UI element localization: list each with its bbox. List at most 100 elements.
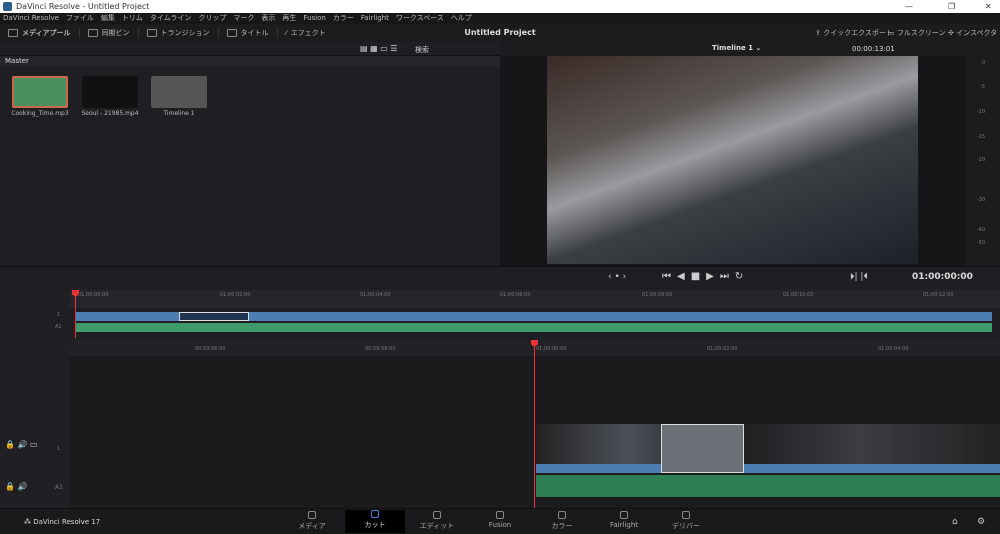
menu-color[interactable]: カラー	[333, 13, 354, 24]
window-title: DaVinci Resolve - Untitled Project	[16, 2, 150, 11]
media-icon	[308, 511, 316, 519]
home-icon[interactable]: ⌂	[952, 517, 958, 527]
track-label: A1	[55, 324, 62, 330]
track-label: 1	[57, 446, 61, 452]
fusion-icon	[496, 511, 504, 519]
quick-export-button[interactable]: ⇪ クイックエクスポート	[815, 28, 893, 38]
page-fusion[interactable]: Fusion	[470, 511, 530, 529]
sync-bin-button[interactable]: 同期ビン	[80, 28, 139, 38]
media-pool-button[interactable]: メディアプール	[0, 28, 80, 38]
meter-tick: -30	[976, 197, 985, 203]
meter-tick: -20	[976, 157, 985, 163]
app-logo-icon	[3, 2, 12, 11]
media-pool-label: メディアプール	[22, 29, 71, 37]
inspector-button[interactable]: ✣ インスペクタ	[948, 28, 997, 38]
track-label: 1	[57, 312, 61, 318]
mark-in-out-buttons[interactable]: ⏵| |⏴	[850, 272, 868, 282]
page-media[interactable]: メディア	[282, 511, 342, 531]
project-title: Untitled Project	[464, 28, 536, 37]
transitions-button[interactable]: トランジション	[139, 28, 219, 38]
titles-icon	[226, 29, 237, 37]
ruler-tick: 01:00:02:00	[220, 292, 251, 298]
video-clip[interactable]	[536, 424, 1000, 464]
track-controls-v1[interactable]: 🔒 🔊 ▭	[5, 440, 38, 449]
meter-tick: -10	[976, 109, 985, 115]
page-deliver[interactable]: デリバー	[656, 511, 716, 531]
close-button[interactable]: ✕	[985, 0, 992, 13]
fullscreen-button[interactable]: ▭ フルスクリーン	[888, 28, 946, 38]
track-label: A1	[55, 484, 63, 491]
ruler-tick: 01:00:04:00	[360, 292, 391, 298]
page-label: エディット	[419, 522, 455, 530]
timeline-selector[interactable]: Timeline 1 ⌄	[712, 44, 761, 52]
settings-gear-icon[interactable]: ⚙	[977, 517, 985, 527]
menu-fusion[interactable]: Fusion	[303, 13, 325, 24]
fullscreen-label: フルスクリーン	[896, 29, 946, 37]
upper-timeline-ruler[interactable]: 01:00:00:00 01:00:02:00 01:00:04:00 01:0…	[70, 290, 1000, 308]
menu-edit[interactable]: 編集	[101, 13, 115, 24]
ruler-tick: 00:59:58:00	[365, 346, 396, 352]
lower-timeline-header: 🔒 🔊 ▭ 1 🔒 🔊 A1	[0, 340, 70, 508]
menu-timeline[interactable]: タイムライン	[150, 13, 192, 24]
audio-track-overview[interactable]	[76, 323, 992, 332]
minimize-button[interactable]: —	[905, 0, 913, 13]
deliver-icon	[682, 511, 690, 519]
sync-bin-icon	[87, 29, 98, 37]
page-fairlight[interactable]: Fairlight	[594, 511, 654, 529]
effects-label: エフェクト	[290, 29, 326, 37]
menu-bar: DaVinci Resolve ファイル 編集 トリム タイムライン クリップ マーク 表示再…	[0, 13, 1000, 24]
bin-master[interactable]: Master	[0, 56, 500, 67]
ruler-tick: 00:59:56:00	[195, 346, 226, 352]
track-controls-a1[interactable]: 🔒 🔊	[5, 482, 27, 491]
menu-mark[interactable]: マーク	[233, 13, 254, 24]
search-button[interactable]: 検索	[415, 45, 429, 55]
effects-button[interactable]: ⁄ エフェクト	[278, 28, 334, 38]
ruler-tick: 01:00:06:00	[500, 292, 531, 298]
page-color[interactable]: カラー	[532, 511, 592, 531]
playhead-lower[interactable]	[531, 340, 538, 508]
audio-clip-waveform[interactable]	[536, 475, 1000, 497]
visible-range-selector[interactable]	[179, 312, 249, 321]
page-label: カラー	[551, 522, 573, 530]
menu-playback[interactable]: 再生	[282, 13, 296, 24]
menu-view[interactable]: 表示	[261, 13, 275, 24]
duration-display: 00:00:13:01	[852, 45, 895, 53]
clip-thumbnail-audio[interactable]	[12, 76, 68, 108]
bin-toolbar: ▤ ▦ ▭ ☰ 検索	[0, 42, 500, 56]
transport-controls[interactable]: ⏮◀■▶⏭↻	[662, 271, 749, 282]
page-edit[interactable]: エディット	[407, 511, 467, 531]
timecode-display: 01:00:00:00	[912, 272, 973, 282]
page-label: デリバー	[672, 522, 700, 530]
page-label: カット	[364, 521, 386, 529]
menu-trim[interactable]: トリム	[122, 13, 143, 24]
page-label: メディア	[298, 522, 326, 530]
meter-tick: -50	[976, 240, 985, 246]
quick-export-label: クイックエクスポート	[823, 29, 893, 37]
clip-thumbnail-timeline[interactable]	[151, 76, 207, 108]
clip-thumbnail-video[interactable]	[82, 76, 138, 108]
upper-timeline-header: 1 A1	[0, 290, 70, 338]
media-pool	[0, 67, 500, 266]
menu-davinci[interactable]: DaVinci Resolve	[3, 13, 59, 24]
menu-help[interactable]: ヘルプ	[451, 13, 472, 24]
maximize-button[interactable]: ❐	[948, 0, 955, 13]
page-label: Fairlight	[609, 521, 638, 529]
ruler-tick: 01:00:00:00	[536, 346, 567, 352]
playhead-upper[interactable]	[72, 290, 79, 338]
menu-clip[interactable]: クリップ	[198, 13, 226, 24]
page-cut[interactable]: カット	[345, 510, 405, 533]
menu-workspace[interactable]: ワークスペース	[396, 13, 444, 24]
menu-file[interactable]: ファイル	[66, 13, 94, 24]
titles-button[interactable]: タイトル	[219, 28, 278, 38]
view-mode-icons[interactable]: ▤ ▦ ▭ ☰	[360, 44, 397, 53]
ruler-tick: 01:00:10:00	[783, 292, 814, 298]
media-pool-icon	[8, 29, 18, 37]
menu-fairlight[interactable]: Fairlight	[361, 13, 389, 24]
video-frame	[547, 56, 918, 264]
transition-clip[interactable]	[661, 424, 744, 473]
transitions-icon	[146, 29, 157, 37]
sync-bin-label: 同期ビン	[101, 29, 130, 37]
video-clip-bar[interactable]	[536, 464, 1000, 473]
jog-control[interactable]: ‹ • ›	[608, 272, 626, 282]
ruler-tick: 01:00:00:00	[78, 292, 109, 298]
